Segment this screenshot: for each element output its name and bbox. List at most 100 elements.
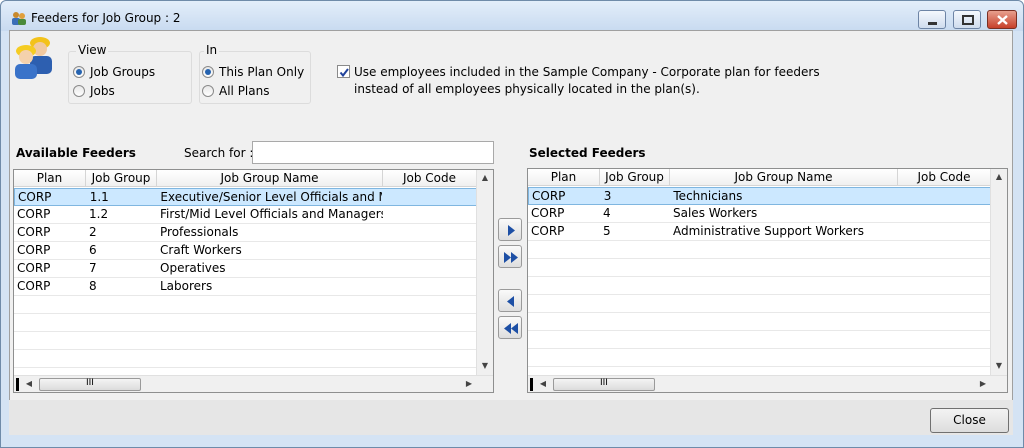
scroll-left-icon[interactable]: ◀	[536, 379, 550, 388]
cell-job-group: 7	[89, 261, 97, 275]
table-row[interactable]: CORP 2 Professionals	[14, 224, 477, 242]
add-selected-button[interactable]	[498, 218, 522, 241]
maximize-button[interactable]	[953, 10, 981, 29]
column-job-group[interactable]: Job Group	[86, 170, 157, 186]
table-row[interactable]: CORP 4 Sales Workers	[528, 205, 991, 223]
cell-job-group: 1.1	[89, 190, 109, 204]
empty-row	[528, 259, 991, 277]
cell-plan: CORP	[532, 189, 566, 203]
scroll-left-icon[interactable]: ◀	[22, 379, 36, 388]
radio-label: Jobs	[90, 84, 115, 98]
cell-job-group-name: Professionals	[160, 225, 239, 239]
column-job-group-name[interactable]: Job Group Name	[157, 170, 383, 186]
remove-selected-button[interactable]	[498, 289, 522, 312]
cell-job-group: 5	[603, 224, 611, 238]
radio-job-groups[interactable]: Job Groups	[73, 65, 155, 79]
window-title: Feeders for Job Group : 2	[31, 11, 181, 25]
column-job-code[interactable]: Job Code	[898, 169, 991, 185]
radio-dot	[73, 85, 85, 97]
double-arrow-left-icon	[504, 323, 518, 334]
radio-label: All Plans	[219, 84, 270, 98]
table-row[interactable]: CORP 8 Laborers	[14, 278, 477, 296]
selected-feeders-title: Selected Feeders	[529, 146, 646, 160]
column-plan[interactable]: Plan	[528, 169, 600, 185]
scroll-up-icon[interactable]: ▲	[992, 172, 1006, 181]
thumb-grip: III	[600, 378, 608, 388]
scroll-thumb[interactable]: III	[553, 378, 655, 391]
remove-all-button[interactable]	[498, 316, 522, 339]
table-row[interactable]: CORP 3 Technicians	[528, 187, 991, 205]
radio-jobs[interactable]: Jobs	[73, 84, 115, 98]
search-label: Search for :	[184, 146, 254, 160]
radio-dot	[73, 66, 85, 78]
column-job-group-name[interactable]: Job Group Name	[670, 169, 898, 185]
cell-job-group: 3	[603, 189, 612, 203]
horizontal-scrollbar[interactable]: ◀ III ▶	[14, 375, 493, 392]
use-employees-label: Use employees included in the Sample Com…	[354, 65, 820, 96]
empty-row	[528, 331, 991, 349]
add-all-button[interactable]	[498, 245, 522, 268]
table-row[interactable]: CORP 7 Operatives	[14, 260, 477, 278]
scroll-right-icon[interactable]: ▶	[976, 379, 990, 388]
radio-all-plans[interactable]: All Plans	[202, 84, 269, 98]
scroll-down-icon[interactable]: ▼	[992, 361, 1006, 370]
close-icon	[997, 15, 1008, 25]
use-employees-checkbox[interactable]	[337, 65, 350, 78]
horizontal-scrollbar[interactable]: ◀ III ▶	[528, 375, 1007, 392]
cell-job-group: 2	[89, 225, 97, 239]
scroll-marker	[530, 378, 533, 391]
cell-job-code	[383, 278, 477, 295]
column-job-code[interactable]: Job Code	[383, 170, 477, 186]
table-row[interactable]: CORP 5 Administrative Support Workers	[528, 223, 991, 241]
radio-this-plan-only[interactable]: This Plan Only	[202, 65, 304, 79]
radio-label: This Plan Only	[219, 65, 305, 79]
minimize-button[interactable]	[918, 10, 946, 29]
title-bar[interactable]: Feeders for Job Group : 2	[1, 1, 1023, 31]
column-plan[interactable]: Plan	[14, 170, 86, 186]
cell-plan: CORP	[531, 224, 565, 238]
column-job-group[interactable]: Job Group	[600, 169, 670, 185]
search-input[interactable]	[252, 141, 494, 164]
arrow-right-icon	[508, 225, 515, 236]
available-feeders-grid[interactable]: Plan Job Group Job Group Name Job Code C…	[13, 169, 494, 393]
scroll-right-icon[interactable]: ▶	[462, 379, 476, 388]
cell-plan: CORP	[531, 206, 565, 220]
cell-job-group-name: Administrative Support Workers	[673, 224, 864, 238]
vertical-scrollbar[interactable]: ▲ ▼	[476, 170, 493, 375]
cell-job-group-name: Sales Workers	[673, 206, 758, 220]
arrow-left-icon	[507, 296, 514, 307]
radio-dot	[202, 66, 214, 78]
scroll-up-icon[interactable]: ▲	[478, 173, 492, 182]
empty-row	[14, 296, 477, 314]
cell-job-group-name: Technicians	[673, 189, 743, 203]
cell-job-group-name: Craft Workers	[160, 243, 242, 257]
minimize-icon	[928, 22, 937, 25]
maximize-icon	[962, 15, 974, 25]
close-button[interactable]: Close	[930, 408, 1009, 433]
empty-row	[528, 241, 991, 259]
cell-plan: CORP	[17, 225, 51, 239]
view-group-label: View	[76, 43, 109, 57]
empty-row	[14, 350, 477, 368]
empty-row	[528, 349, 991, 367]
close-window-button[interactable]	[987, 10, 1017, 29]
vertical-scrollbar[interactable]: ▲ ▼	[990, 169, 1007, 375]
scroll-thumb[interactable]: III	[39, 378, 141, 391]
cell-job-code	[383, 206, 477, 223]
cell-job-group: 8	[89, 279, 97, 293]
available-feeders-title: Available Feeders	[16, 146, 136, 160]
cell-job-code	[383, 242, 477, 259]
table-row[interactable]: CORP 1.1 Executive/Senior Level Officials …	[14, 188, 477, 206]
cell-job-group: 1.2	[89, 207, 109, 221]
double-arrow-right-icon	[504, 252, 518, 263]
grid-header: Plan Job Group Job Group Name Job Code	[14, 170, 477, 187]
table-row[interactable]: CORP 6 Craft Workers	[14, 242, 477, 260]
thumb-grip: III	[86, 378, 94, 388]
radio-label: Job Groups	[90, 65, 156, 79]
cell-plan: CORP	[18, 190, 52, 204]
selected-feeders-grid[interactable]: Plan Job Group Job Group Name Job Code C…	[527, 168, 1008, 393]
scroll-down-icon[interactable]: ▼	[478, 361, 492, 370]
grid-header: Plan Job Group Job Group Name Job Code	[528, 169, 991, 186]
cell-job-code	[382, 189, 476, 205]
table-row[interactable]: CORP 1.2 First/Mid Level Officials and Man…	[14, 206, 477, 224]
